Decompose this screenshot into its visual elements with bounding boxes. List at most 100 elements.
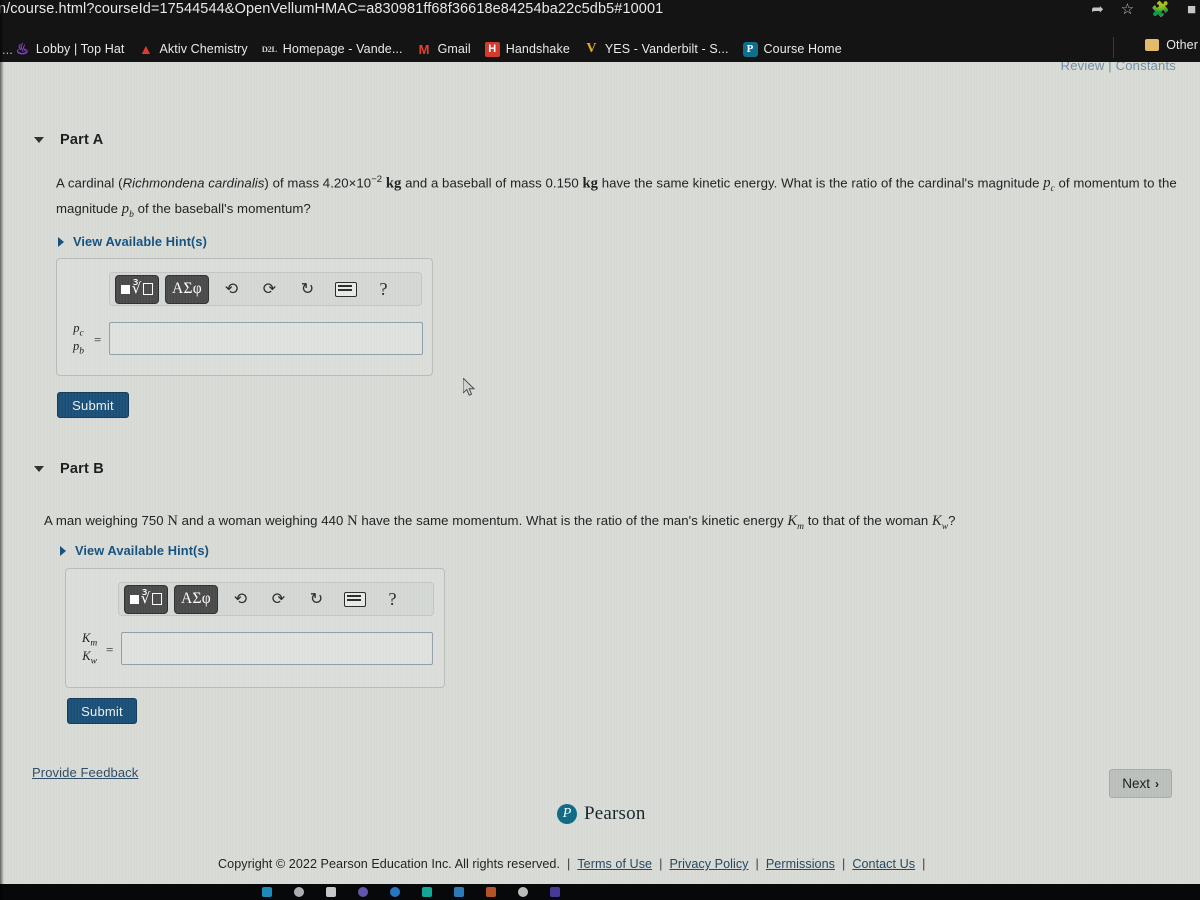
- tophat-favicon: ♨: [15, 41, 30, 58]
- radical-icon: ∛: [131, 280, 142, 297]
- help-icon[interactable]: ?: [376, 585, 409, 613]
- part-a-answer-input[interactable]: [109, 322, 423, 355]
- part-a-view-hints[interactable]: View Available Hint(s): [58, 234, 207, 249]
- next-label: Next: [1122, 776, 1150, 791]
- part-b-question: A man weighing 750 N and a woman weighin…: [44, 513, 956, 532]
- yes-favicon: V: [586, 41, 597, 56]
- bookmark-handshake[interactable]: H Handshake: [484, 41, 570, 57]
- taskbar-app-icon[interactable]: [422, 887, 432, 897]
- taskbar-search-icon[interactable]: [294, 887, 304, 897]
- reset-icon[interactable]: ↻: [300, 585, 333, 613]
- taskbar-start-icon[interactable]: [262, 887, 272, 897]
- part-b-answer-input[interactable]: [121, 632, 433, 665]
- part-b-header[interactable]: Part B: [34, 461, 104, 477]
- aktiv-favicon: ▲: [139, 41, 153, 57]
- provide-feedback-link[interactable]: Provide Feedback: [32, 765, 138, 780]
- math-template-button[interactable]: ∛: [124, 584, 168, 614]
- pearson-logo: P Pearson: [557, 803, 646, 825]
- mastering-physics-page: Review | Constants Part A A cardinal (Ri…: [0, 62, 1200, 890]
- footer-separator: |: [842, 857, 846, 871]
- part-a-title: Part A: [60, 132, 104, 148]
- part-b-answer-label: Km Kw: [80, 631, 99, 667]
- math-template-button[interactable]: ∛: [115, 274, 159, 304]
- windows-taskbar: [0, 884, 1200, 900]
- address-bar-icons: ➦ ☆ 🧩 ■: [1091, 2, 1196, 17]
- redo-icon[interactable]: ⟳: [262, 585, 295, 613]
- bookmark-gmail[interactable]: M Gmail: [417, 42, 471, 57]
- undo-icon[interactable]: ⟲: [215, 275, 248, 303]
- taskbar-taskview-icon[interactable]: [326, 887, 336, 897]
- pearson-wordmark: Pearson: [584, 803, 646, 824]
- contact-us-link[interactable]: Contact Us: [852, 857, 915, 871]
- chevron-down-icon[interactable]: [34, 137, 44, 143]
- other-bookmarks-button[interactable]: Other: [1145, 38, 1198, 52]
- keyboard-icon[interactable]: [329, 275, 362, 303]
- taskbar-app-icon[interactable]: [550, 887, 560, 897]
- box-glyph: [143, 283, 154, 295]
- redo-icon[interactable]: ⟳: [253, 275, 286, 303]
- taskbar-app-icon[interactable]: [358, 887, 368, 897]
- taskbar-app-icon[interactable]: [390, 887, 400, 897]
- part-b-submit-button[interactable]: Submit: [67, 698, 137, 724]
- next-button[interactable]: Next ›: [1109, 769, 1172, 798]
- part-a-denominator: pb: [73, 339, 84, 357]
- permissions-link[interactable]: Permissions: [766, 857, 835, 871]
- part-a-header[interactable]: Part A: [34, 132, 103, 148]
- greek-label: ΑΣφ: [171, 280, 203, 297]
- taskbar-app-icon[interactable]: [454, 887, 464, 897]
- bookmarks-overflow[interactable]: ...: [2, 42, 13, 57]
- footer-separator: |: [567, 857, 571, 871]
- bookmarks-divider: [1113, 37, 1114, 58]
- bookmark-homepage-vanderbilt[interactable]: D2L Homepage - Vande...: [262, 42, 403, 57]
- chevron-right-icon: [60, 545, 66, 556]
- help-icon[interactable]: ?: [367, 275, 400, 303]
- reset-icon[interactable]: ↻: [291, 275, 324, 303]
- part-b-view-hints[interactable]: View Available Hint(s): [60, 543, 209, 558]
- terms-of-use-link[interactable]: Terms of Use: [577, 857, 652, 871]
- part-a-answer-label: pc pb: [71, 321, 86, 357]
- undo-icon[interactable]: ⟲: [224, 585, 257, 613]
- bookmark-course-home[interactable]: P Course Home: [742, 41, 842, 57]
- greek-symbols-button[interactable]: ΑΣφ: [174, 584, 218, 614]
- share-icon[interactable]: ➦: [1091, 2, 1104, 17]
- part-a-submit-button[interactable]: Submit: [57, 392, 129, 418]
- address-bar-row: n/course.html?courseId=17544544&OpenVell…: [0, 0, 1200, 28]
- bookmark-label: Gmail: [437, 42, 471, 56]
- square-glyph: [120, 284, 130, 294]
- part-a-numerator: pc: [73, 321, 84, 339]
- footer-separator: |: [755, 857, 759, 871]
- part-a-hint-label: View Available Hint(s): [73, 234, 207, 249]
- pearson-favicon: P: [742, 41, 758, 57]
- screen: n/course.html?courseId=17544544&OpenVell…: [0, 0, 1200, 900]
- keyboard-glyph: [334, 281, 357, 297]
- star-icon[interactable]: ☆: [1121, 2, 1134, 17]
- bookmark-label: YES - Vanderbilt - S...: [604, 42, 729, 56]
- keyboard-icon[interactable]: [338, 585, 371, 613]
- square-glyph: [129, 594, 139, 604]
- footer-separator: |: [922, 857, 926, 871]
- bookmark-lobby-top-hat[interactable]: ♨ Lobby | Top Hat: [15, 41, 125, 58]
- chevron-right-icon: [58, 236, 64, 247]
- handshake-favicon: H: [484, 41, 500, 57]
- bookmark-label: Aktiv Chemistry: [159, 42, 248, 56]
- part-b-math-toolbar: ∛ ΑΣφ ⟲ ⟳ ↻ ?: [118, 582, 434, 616]
- taskbar-app-icon[interactable]: [486, 887, 496, 897]
- greek-symbols-button[interactable]: ΑΣφ: [165, 274, 209, 304]
- taskbar-app-icon[interactable]: [518, 887, 528, 897]
- bookmark-label: Handshake: [505, 42, 570, 56]
- greek-label: ΑΣφ: [180, 590, 212, 607]
- footer-separator: |: [659, 857, 663, 871]
- address-bar-url[interactable]: n/course.html?courseId=17544544&OpenVell…: [0, 1, 663, 17]
- part-a-math-toolbar: ∛ ΑΣφ ⟲ ⟳ ↻ ?: [109, 272, 422, 306]
- bookmark-yes-vanderbilt[interactable]: V YES - Vanderbilt - S...: [584, 41, 729, 57]
- review-constants-header[interactable]: Review | Constants: [1061, 62, 1176, 73]
- chevron-right-icon: ›: [1155, 776, 1159, 791]
- part-a-equals: =: [94, 332, 102, 347]
- chevron-down-icon[interactable]: [34, 466, 44, 472]
- bookmark-aktiv-chemistry[interactable]: ▲ Aktiv Chemistry: [138, 41, 248, 57]
- extensions-icon[interactable]: 🧩: [1151, 2, 1170, 17]
- part-b-title: Part B: [60, 461, 104, 477]
- profile-icon[interactable]: ■: [1187, 2, 1196, 17]
- privacy-policy-link[interactable]: Privacy Policy: [669, 857, 748, 871]
- part-a-answer-panel: ∛ ΑΣφ ⟲ ⟳ ↻ ? pc pb =: [56, 258, 433, 376]
